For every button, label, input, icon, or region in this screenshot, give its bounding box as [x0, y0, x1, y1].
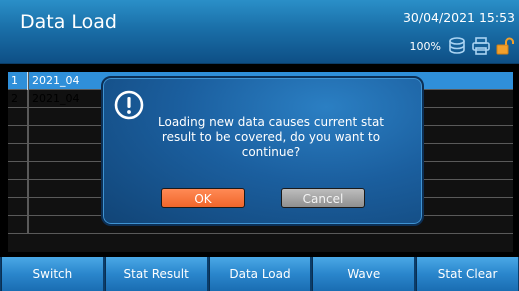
dialog-message: Loading new data causes current stat res…	[158, 115, 384, 159]
printer-icon	[472, 37, 490, 55]
confirm-dialog: Loading new data causes current stat res…	[101, 76, 424, 226]
page-title: Data Load	[20, 11, 117, 33]
row-index	[8, 144, 28, 162]
row-index: 1	[8, 72, 28, 90]
database-icon	[449, 37, 465, 54]
data-load-button[interactable]: Data Load	[208, 257, 311, 291]
row-index	[8, 180, 28, 198]
row-index: 2	[8, 90, 28, 108]
row-index	[8, 162, 28, 180]
unlock-icon	[496, 37, 514, 55]
status-indicators: 100%	[410, 35, 515, 57]
row-index	[8, 216, 28, 234]
switch-button[interactable]: Switch	[1, 257, 103, 291]
bottom-toolbar: Switch Stat Result Data Load Wave Stat C…	[0, 257, 519, 291]
column-divider	[28, 72, 29, 234]
cancel-button[interactable]: Cancel	[281, 188, 365, 208]
row-index	[8, 198, 28, 216]
datetime-display: 30/04/2021 15:53	[402, 10, 515, 25]
row-index	[8, 126, 28, 144]
header-bar: Data Load 30/04/2021 15:53 100%	[0, 0, 519, 64]
battery-percent: 100%	[409, 39, 441, 53]
row-index	[8, 108, 28, 126]
stat-clear-button[interactable]: Stat Clear	[416, 257, 518, 291]
alert-circle-icon	[114, 90, 144, 120]
wave-button[interactable]: Wave	[312, 257, 415, 291]
stat-result-button[interactable]: Stat Result	[104, 257, 207, 291]
ok-button[interactable]: OK	[161, 188, 245, 208]
